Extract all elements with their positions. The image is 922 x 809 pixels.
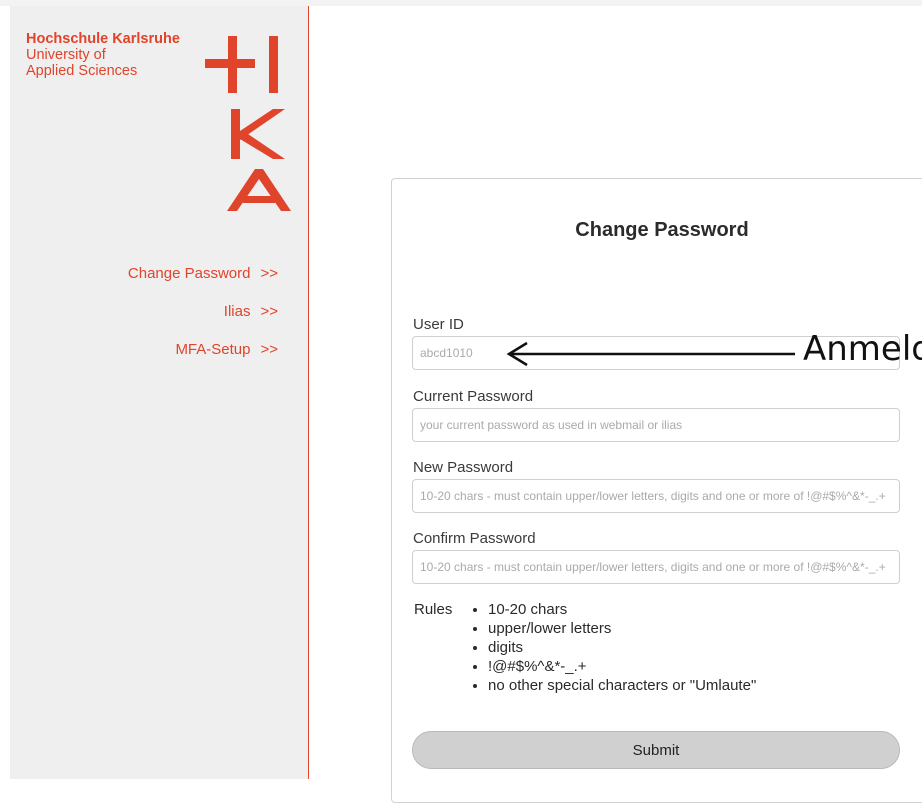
current-password-input[interactable]	[412, 408, 900, 442]
current-password-label: Current Password	[413, 388, 534, 405]
nav-link-arrow: >>	[260, 303, 278, 320]
rule-item: upper/lower letters	[488, 619, 868, 638]
page: Hochschule Karlsruhe University of Appli…	[0, 0, 922, 809]
nav-link-label: Change Password	[127, 265, 251, 282]
nav-link-ilias[interactable]: Ilias >>	[128, 302, 278, 322]
nav-link-mfa-setup[interactable]: MFA-Setup >>	[128, 340, 278, 360]
rules-label: Rules	[414, 601, 453, 618]
brand-subtitle-line1: University of	[26, 47, 106, 63]
change-password-card: Change Password User ID Current Password…	[391, 178, 922, 803]
user-id-input[interactable]	[412, 336, 900, 370]
new-password-label: New Password	[413, 459, 514, 476]
hka-logo-icon	[205, 36, 291, 211]
sidebar: Hochschule Karlsruhe University of Appli…	[10, 6, 309, 779]
brand-name: Hochschule Karlsruhe	[26, 31, 180, 47]
nav-link-label: MFA-Setup	[175, 341, 251, 358]
form-title: Change Password	[575, 219, 749, 241]
rules-list: 10-20 chars upper/lower letters digits !…	[474, 600, 868, 695]
brand-subtitle-line2: Applied Sciences	[26, 63, 138, 79]
nav-link-arrow: >>	[260, 341, 278, 358]
nav-link-label: Ilias	[223, 303, 251, 320]
rule-item: !@#$%^&*-_.+	[488, 657, 868, 676]
rule-item: 10-20 chars	[488, 600, 868, 619]
confirm-password-input[interactable]	[412, 550, 900, 584]
rule-item: no other special characters or "Umlaute"	[488, 676, 868, 695]
confirm-password-label: Confirm Password	[413, 530, 536, 547]
rule-item: digits	[488, 638, 868, 657]
user-id-label: User ID	[413, 316, 464, 333]
brand-text: Hochschule Karlsruhe University of Appli…	[26, 31, 180, 79]
submit-button[interactable]: Submit	[412, 731, 900, 769]
sidebar-nav: Change Password >> Ilias >> MFA-Setup >>	[128, 264, 278, 378]
nav-link-arrow: >>	[260, 265, 278, 282]
new-password-input[interactable]	[412, 479, 900, 513]
nav-link-change-password[interactable]: Change Password >>	[128, 264, 278, 284]
